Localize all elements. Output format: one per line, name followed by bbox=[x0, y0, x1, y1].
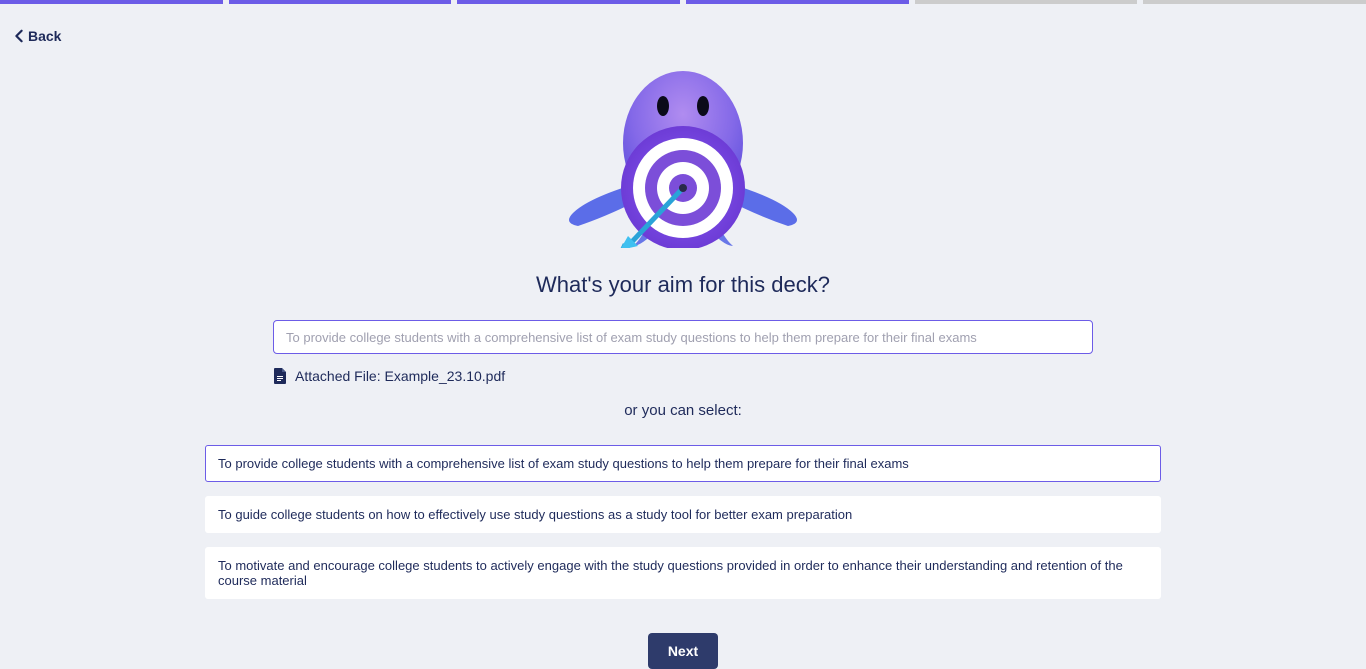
option-3[interactable]: To motivate and encourage college studen… bbox=[205, 547, 1161, 599]
option-text: To guide college students on how to effe… bbox=[218, 507, 852, 522]
option-1[interactable]: To provide college students with a compr… bbox=[205, 445, 1161, 482]
mascot-illustration bbox=[548, 48, 818, 248]
aim-input[interactable] bbox=[273, 320, 1093, 354]
chevron-left-icon bbox=[14, 29, 24, 43]
option-text: To motivate and encourage college studen… bbox=[218, 558, 1123, 588]
progress-bar bbox=[0, 0, 1366, 4]
attached-file: Attached File: Example_23.10.pdf bbox=[273, 368, 1093, 384]
progress-segment bbox=[1143, 0, 1366, 4]
back-button[interactable]: Back bbox=[14, 28, 61, 44]
progress-segment bbox=[0, 0, 223, 4]
option-2[interactable]: To guide college students on how to effe… bbox=[205, 496, 1161, 533]
progress-segment bbox=[457, 0, 680, 4]
select-label: or you can select: bbox=[624, 402, 742, 419]
page-heading: What's your aim for this deck? bbox=[536, 272, 830, 298]
next-button[interactable]: Next bbox=[648, 633, 718, 669]
progress-segment bbox=[229, 0, 452, 4]
back-label: Back bbox=[28, 28, 61, 44]
file-icon bbox=[273, 368, 287, 384]
progress-segment bbox=[686, 0, 909, 4]
attached-file-label: Attached File: Example_23.10.pdf bbox=[295, 368, 505, 384]
option-text: To provide college students with a compr… bbox=[218, 456, 909, 471]
progress-segment bbox=[915, 0, 1138, 4]
